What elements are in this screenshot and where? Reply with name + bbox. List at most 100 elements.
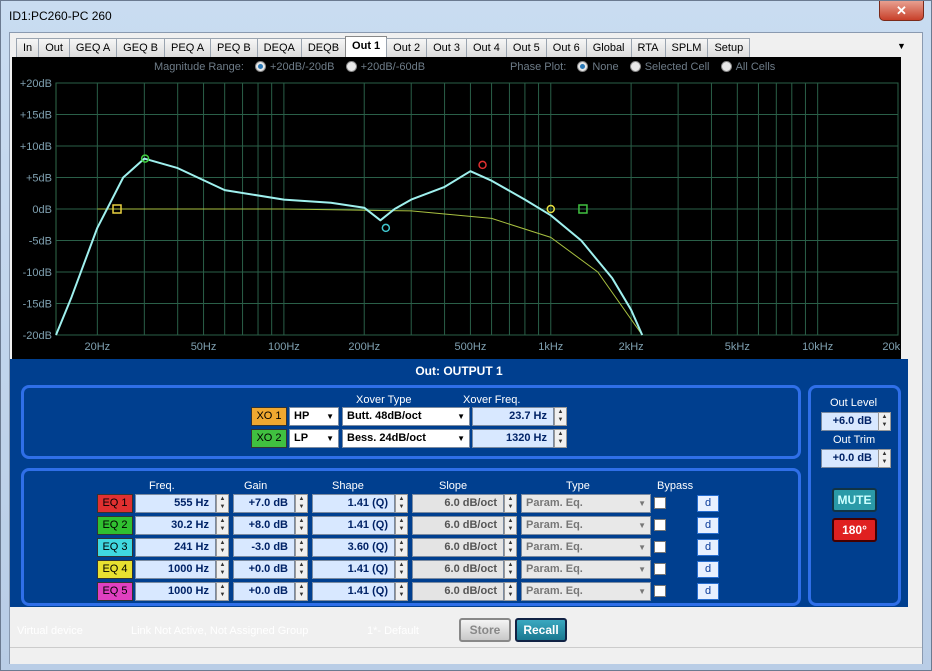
eq-slope-field[interactable]: 6.0 dB/oct (412, 516, 504, 535)
xover-freq-spinner[interactable]: ▲ ▼ (554, 429, 567, 448)
eq-tag[interactable]: EQ 2 (97, 516, 133, 535)
close-button[interactable]: ✕ (879, 1, 924, 21)
eq-slope-spinner[interactable]: ▲ ▼ (504, 538, 517, 557)
eq-type-select[interactable]: Param. Eq. ▼ (521, 560, 651, 579)
eq-bypass-checkbox[interactable] (654, 541, 666, 553)
eq-slope-spinner[interactable]: ▲ ▼ (504, 494, 517, 513)
eq-detail-button[interactable]: d (697, 495, 719, 512)
eq-gain-field[interactable]: -3.0 dB (233, 538, 295, 557)
eq-slope-field[interactable]: 6.0 dB/oct (412, 494, 504, 513)
eq-gain-field[interactable]: +0.0 dB (233, 582, 295, 601)
eq-gain-spinner[interactable]: ▲ ▼ (295, 560, 308, 579)
eq-freq-spinner[interactable]: ▲ ▼ (216, 560, 229, 579)
eq-shape-field[interactable]: 3.60 (Q) (312, 538, 395, 557)
tab-global[interactable]: Global (585, 38, 632, 57)
eq-freq-field[interactable]: 241 Hz (135, 538, 216, 557)
eq-freq-field[interactable]: 30.2 Hz (135, 516, 216, 535)
xover-tag[interactable]: XO 2 (251, 429, 287, 448)
eq-bypass-checkbox[interactable] (654, 497, 666, 509)
store-button[interactable]: Store (459, 618, 511, 642)
eq-slope-spinner[interactable]: ▲ ▼ (504, 516, 517, 535)
eq-detail-button[interactable]: d (697, 517, 719, 534)
eq-slope-field[interactable]: 6.0 dB/oct (412, 538, 504, 557)
tab-overflow-icon[interactable]: ▼ (897, 41, 906, 51)
eq-shape-spinner[interactable]: ▲ ▼ (395, 560, 408, 579)
phase-invert-button[interactable]: 180° (832, 518, 877, 542)
out-trim-field[interactable]: +0.0 dB (821, 449, 879, 468)
out-level-spinner[interactable]: ▲ ▼ (878, 412, 891, 431)
eq-gain-spinner[interactable]: ▲ ▼ (295, 538, 308, 557)
eq-shape-field[interactable]: 1.41 (Q) (312, 494, 395, 513)
xover-type-select[interactable]: Butt. 48dB/oct ▼ (342, 407, 470, 426)
eq-detail-button[interactable]: d (697, 539, 719, 556)
eq-freq-field[interactable]: 1000 Hz (135, 582, 216, 601)
tab-peq-b[interactable]: PEQ B (210, 38, 258, 57)
eq-gain-spinner[interactable]: ▲ ▼ (295, 582, 308, 601)
eq-shape-field[interactable]: 1.41 (Q) (312, 516, 395, 535)
eq-shape-spinner[interactable]: ▲ ▼ (395, 538, 408, 557)
eq-type-select[interactable]: Param. Eq. ▼ (521, 494, 651, 513)
eq-freq-spinner[interactable]: ▲ ▼ (216, 494, 229, 513)
xover-freq-spinner[interactable]: ▲ ▼ (554, 407, 567, 426)
eq-slope-spinner[interactable]: ▲ ▼ (504, 560, 517, 579)
eq-gain-field[interactable]: +7.0 dB (233, 494, 295, 513)
tab-setup[interactable]: Setup (707, 38, 751, 57)
mute-button[interactable]: MUTE (832, 488, 877, 512)
out-level-field[interactable]: +6.0 dB (821, 412, 879, 431)
tab-peq-a[interactable]: PEQ A (164, 38, 212, 57)
tab-in[interactable]: In (16, 38, 40, 57)
eq-gain-field[interactable]: +8.0 dB (233, 516, 295, 535)
tab-deqa[interactable]: DEQA (256, 38, 302, 57)
eq-shape-field[interactable]: 1.41 (Q) (312, 582, 395, 601)
xover-freq-field[interactable]: 23.7 Hz (472, 407, 554, 426)
eq-gain-field[interactable]: +0.0 dB (233, 560, 295, 579)
eq-slope-field[interactable]: 6.0 dB/oct (412, 582, 504, 601)
tab-out[interactable]: Out (38, 38, 70, 57)
tab-geq-a[interactable]: GEQ A (68, 38, 118, 57)
eq-gain-spinner[interactable]: ▲ ▼ (295, 516, 308, 535)
xover-tag[interactable]: XO 1 (251, 407, 287, 426)
tab-splm[interactable]: SPLM (664, 38, 709, 57)
frequency-response-chart[interactable]: +20dB +15dB +10dB +5dB 0dB -5dB -10dB -15dB -20d… (12, 57, 901, 359)
xover-freq-field[interactable]: 1320 Hz (472, 429, 554, 448)
eq-freq-spinner[interactable]: ▲ ▼ (216, 538, 229, 557)
horizontal-scrollbar[interactable] (10, 647, 922, 664)
eq-shape-spinner[interactable]: ▲ ▼ (395, 516, 408, 535)
tab-out-1[interactable]: Out 1 (345, 36, 388, 57)
eq-detail-button[interactable]: d (697, 561, 719, 578)
xover-type-select[interactable]: Bess. 24dB/oct ▼ (342, 429, 470, 448)
tab-out-3[interactable]: Out 3 (426, 38, 467, 57)
eq-tag[interactable]: EQ 5 (97, 582, 133, 601)
eq-slope-spinner[interactable]: ▲ ▼ (504, 582, 517, 601)
tab-geq-b[interactable]: GEQ B (116, 38, 166, 57)
eq-shape-field[interactable]: 1.41 (Q) (312, 560, 395, 579)
tab-deqb[interactable]: DEQB (300, 38, 347, 57)
eq-bypass-checkbox[interactable] (654, 563, 666, 575)
tab-out-2[interactable]: Out 2 (386, 38, 428, 57)
recall-button[interactable]: Recall (515, 618, 567, 642)
eq-freq-spinner[interactable]: ▲ ▼ (216, 582, 229, 601)
eq-tag[interactable]: EQ 3 (97, 538, 133, 557)
eq-freq-field[interactable]: 1000 Hz (135, 560, 216, 579)
eq-slope-field[interactable]: 6.0 dB/oct (412, 560, 504, 579)
eq-gain-spinner[interactable]: ▲ ▼ (295, 494, 308, 513)
eq-tag[interactable]: EQ 1 (97, 494, 133, 513)
tab-out-5[interactable]: Out 5 (505, 38, 547, 57)
tab-out-4[interactable]: Out 4 (465, 38, 507, 57)
eq-freq-field[interactable]: 555 Hz (135, 494, 216, 513)
eq-freq-spinner[interactable]: ▲ ▼ (216, 516, 229, 535)
eq-tag[interactable]: EQ 4 (97, 560, 133, 579)
xover-filter-select[interactable]: HP ▼ (289, 407, 339, 426)
eq-type-select[interactable]: Param. Eq. ▼ (521, 582, 651, 601)
tab-out-6[interactable]: Out 6 (545, 38, 587, 57)
eq-shape-spinner[interactable]: ▲ ▼ (395, 582, 408, 601)
tab-rta[interactable]: RTA (630, 38, 666, 57)
eq-detail-button[interactable]: d (697, 583, 719, 600)
out-trim-spinner[interactable]: ▲ ▼ (878, 449, 891, 468)
eq-type-select[interactable]: Param. Eq. ▼ (521, 516, 651, 535)
xover-filter-select[interactable]: LP ▼ (289, 429, 339, 448)
eq-bypass-checkbox[interactable] (654, 585, 666, 597)
eq-bypass-checkbox[interactable] (654, 519, 666, 531)
eq-type-select[interactable]: Param. Eq. ▼ (521, 538, 651, 557)
eq-shape-spinner[interactable]: ▲ ▼ (395, 494, 408, 513)
